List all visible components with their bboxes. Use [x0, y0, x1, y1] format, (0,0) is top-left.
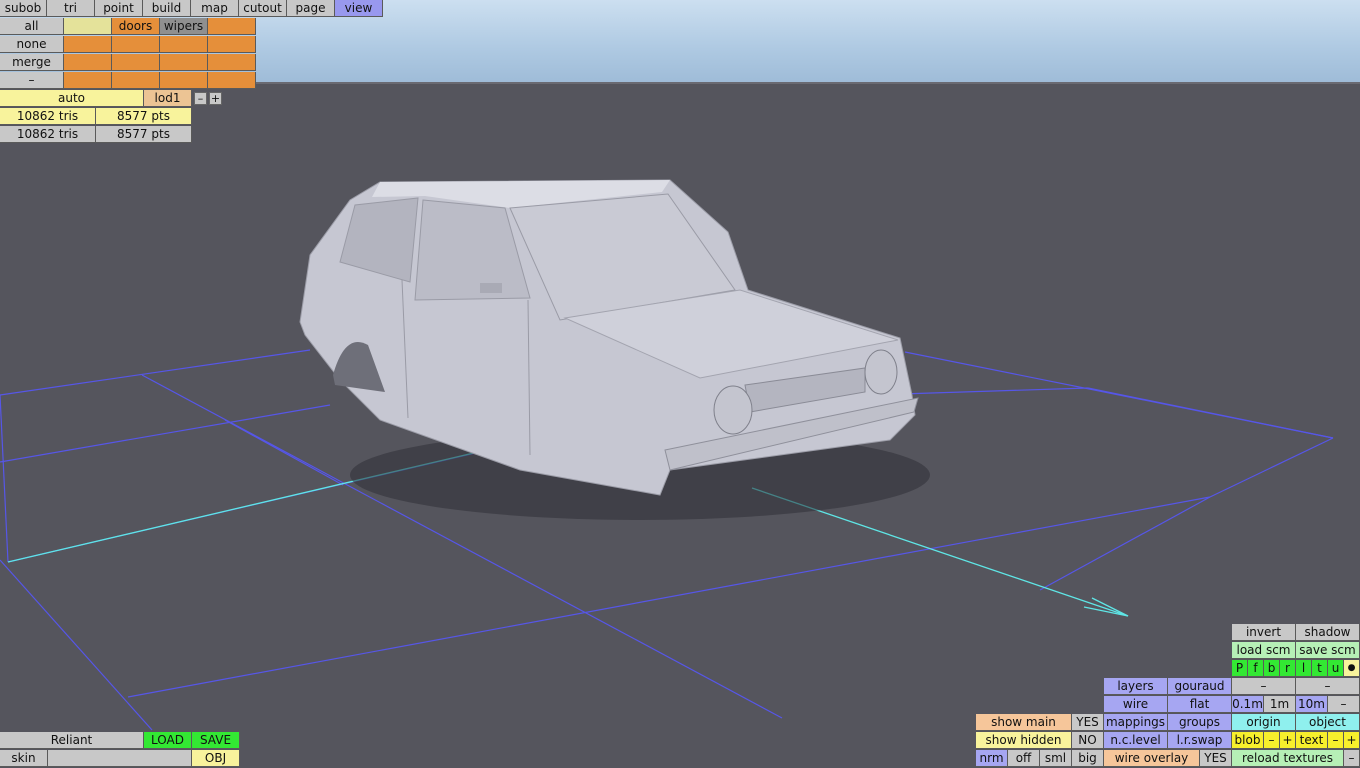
lod-plus-button[interactable]: + [209, 92, 222, 105]
group-slot[interactable] [112, 54, 160, 71]
menu-map[interactable]: map [191, 0, 239, 17]
channel-r[interactable]: r [1280, 660, 1296, 677]
stat-pts: 8577 pts [96, 108, 192, 125]
menu-build[interactable]: build [143, 0, 191, 17]
wire-overlay-value[interactable]: YES [1200, 750, 1232, 767]
group-slot[interactable] [112, 72, 160, 89]
stat-tris: 10862 tris [0, 108, 96, 125]
model-name[interactable]: Reliant [0, 732, 144, 749]
viewport-3d[interactable] [0, 0, 1360, 768]
car-model[interactable] [299, 179, 930, 520]
text-plus-button[interactable]: + [1344, 732, 1360, 749]
nrm-button[interactable]: nrm [976, 750, 1008, 767]
group-slot[interactable] [64, 54, 112, 71]
load-button[interactable]: LOAD [144, 732, 192, 749]
big-button[interactable]: big [1072, 750, 1104, 767]
flat-button[interactable]: flat [1168, 696, 1232, 713]
menu-tri[interactable]: tri [47, 0, 95, 17]
object-button[interactable]: object [1296, 714, 1360, 731]
shadow-button[interactable]: shadow [1296, 624, 1360, 641]
channel-b[interactable]: b [1264, 660, 1280, 677]
skin-field[interactable] [48, 750, 192, 767]
group-slot[interactable] [208, 54, 256, 71]
car-headlight-right [864, 349, 898, 395]
menu-view[interactable]: view [335, 0, 383, 17]
origin-button[interactable]: origin [1232, 714, 1296, 731]
save-button[interactable]: SAVE [192, 732, 240, 749]
text-label: text [1296, 732, 1328, 749]
channel-dot-toggle[interactable]: ● [1344, 660, 1360, 677]
save-scm-button[interactable]: save scm [1296, 642, 1360, 659]
group-slot[interactable] [64, 36, 112, 53]
nc-level-button[interactable]: n.c.level [1104, 732, 1168, 749]
blob-plus-button[interactable]: + [1280, 732, 1296, 749]
group-slot[interactable] [160, 72, 208, 89]
reload-minus-button[interactable]: – [1344, 750, 1360, 767]
groups-button[interactable]: groups [1168, 714, 1232, 731]
channel-f[interactable]: f [1248, 660, 1264, 677]
lr-swap-button[interactable]: l.r.swap [1168, 732, 1232, 749]
load-scm-button[interactable]: load scm [1232, 642, 1296, 659]
show-main-toggle[interactable]: show main [976, 714, 1072, 731]
group-slot[interactable] [64, 72, 112, 89]
channel-u[interactable]: u [1328, 660, 1344, 677]
channel-l[interactable]: l [1296, 660, 1312, 677]
group-slot[interactable] [208, 36, 256, 53]
group-slot[interactable] [64, 18, 112, 35]
group-slot[interactable] [208, 72, 256, 89]
lod-level-button[interactable]: lod1 [144, 90, 192, 107]
menu-page[interactable]: page [287, 0, 335, 17]
show-hidden-toggle[interactable]: show hidden [976, 732, 1072, 749]
group-merge-button[interactable]: merge [0, 54, 64, 71]
channel-p[interactable]: P [1232, 660, 1248, 677]
dash-button[interactable]: – [1296, 678, 1360, 695]
menu-point[interactable]: point [95, 0, 143, 17]
lod-auto-button[interactable]: auto [0, 90, 144, 107]
dash-button[interactable]: – [1232, 678, 1296, 695]
group-none-button[interactable]: none [0, 36, 64, 53]
format-button[interactable]: OBJ [192, 750, 240, 767]
car-headlight-left [713, 385, 753, 435]
wire-button[interactable]: wire [1104, 696, 1168, 713]
menu-subob[interactable]: subob [0, 0, 47, 17]
blob-label: blob [1232, 732, 1264, 749]
show-main-value[interactable]: YES [1072, 714, 1104, 731]
group-slot[interactable] [160, 36, 208, 53]
channel-t[interactable]: t [1312, 660, 1328, 677]
stat-tris: 10862 tris [0, 126, 96, 143]
grid-minus-button[interactable]: – [1328, 696, 1360, 713]
gouraud-button[interactable]: gouraud [1168, 678, 1232, 695]
group-slot[interactable] [112, 36, 160, 53]
mappings-button[interactable]: mappings [1104, 714, 1168, 731]
grid-10m-button[interactable]: 10m [1296, 696, 1328, 713]
show-hidden-value[interactable]: NO [1072, 732, 1104, 749]
grid-0-1m-button[interactable]: 0.1m [1232, 696, 1264, 713]
group-slot[interactable] [160, 54, 208, 71]
sml-button[interactable]: sml [1040, 750, 1072, 767]
text-minus-button[interactable]: – [1328, 732, 1344, 749]
wire-overlay-toggle[interactable]: wire overlay [1104, 750, 1200, 767]
group-doors[interactable]: doors [112, 18, 160, 35]
menu-cutout[interactable]: cutout [239, 0, 287, 17]
blob-minus-button[interactable]: – [1264, 732, 1280, 749]
grid-1m-button[interactable]: 1m [1264, 696, 1296, 713]
group-all-button[interactable]: all [0, 18, 64, 35]
skin-label: skin [0, 750, 48, 767]
lod-minus-button[interactable]: – [194, 92, 207, 105]
layers-button[interactable]: layers [1104, 678, 1168, 695]
invert-button[interactable]: invert [1232, 624, 1296, 641]
car-mirror [480, 283, 502, 293]
group-wipers[interactable]: wipers [160, 18, 208, 35]
group-slot[interactable] [208, 18, 256, 35]
reload-textures-button[interactable]: reload textures [1232, 750, 1344, 767]
off-button[interactable]: off [1008, 750, 1040, 767]
group-minus-button[interactable]: – [0, 72, 64, 89]
stat-pts: 8577 pts [96, 126, 192, 143]
